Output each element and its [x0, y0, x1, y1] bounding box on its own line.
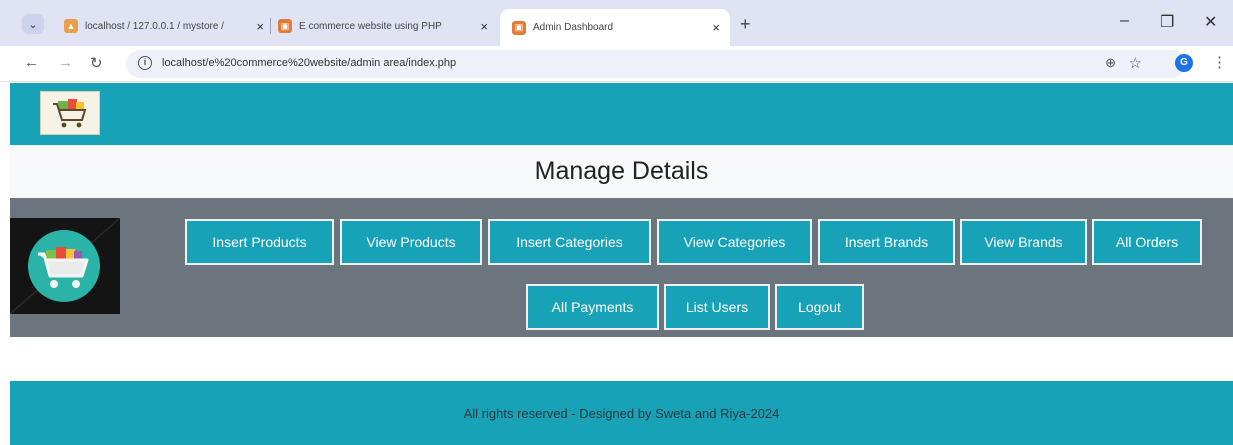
tab-search-chevron-icon[interactable]: ⌄	[22, 14, 44, 34]
zoom-icon[interactable]: ⊕	[1105, 55, 1116, 71]
tab-title: Admin Dashboard	[533, 22, 614, 33]
insert-products-button[interactable]: Insert Products	[185, 219, 334, 265]
address-bar[interactable]: i localhost/e%20commerce%20website/admin…	[126, 50, 1186, 78]
content-spacer	[10, 337, 1233, 381]
back-arrow-icon[interactable]: ←	[24, 54, 39, 71]
forward-arrow-icon[interactable]: →	[58, 54, 73, 71]
tab-admin-dashboard-active[interactable]: ▣ Admin Dashboard ×	[500, 9, 730, 46]
page-favicon-icon: ▣	[512, 20, 526, 35]
page-favicon-icon: ▣	[278, 19, 292, 33]
phpmyadmin-favicon-icon: ▲	[64, 19, 78, 33]
view-products-button[interactable]: View Products	[340, 219, 482, 265]
close-window-icon[interactable]: ✕	[1204, 12, 1217, 32]
bookmark-star-icon[interactable]: ☆	[1129, 54, 1142, 72]
new-tab-button[interactable]: +	[740, 14, 751, 35]
tab-ecommerce[interactable]: ▣ E commerce website using PHP ×	[278, 12, 488, 40]
tab-close-icon[interactable]: ×	[706, 20, 720, 35]
all-orders-button[interactable]: All Orders	[1092, 219, 1202, 265]
store-logo-icon[interactable]	[40, 91, 100, 135]
insert-categories-button[interactable]: Insert Categories	[488, 219, 651, 265]
reload-icon[interactable]: ↻	[90, 54, 103, 72]
tab-phpmyadmin[interactable]: ▲ localhost / 127.0.0.1 / mystore / ×	[64, 12, 264, 40]
minimize-icon[interactable]: –	[1120, 12, 1129, 30]
site-footer: All rights reserved - Designed by Sweta …	[10, 381, 1233, 445]
insert-brands-button[interactable]: Insert Brands	[818, 219, 955, 265]
list-users-button[interactable]: List Users	[664, 284, 770, 330]
view-brands-button[interactable]: View Brands	[960, 219, 1087, 265]
profile-avatar[interactable]: G	[1175, 54, 1193, 72]
tab-title: localhost / 127.0.0.1 / mystore /	[85, 20, 224, 32]
restore-icon[interactable]: ❐	[1160, 12, 1174, 32]
site-info-icon[interactable]: i	[138, 56, 152, 70]
browser-toolbar: ← → ↻ i localhost/e%20commerce%20website…	[0, 46, 1233, 82]
tab-separator	[270, 18, 271, 34]
all-payments-button[interactable]: All Payments	[526, 284, 659, 330]
site-header	[10, 83, 1233, 145]
tab-title: E commerce website using PHP	[299, 20, 442, 32]
cart-logo-icon	[9, 217, 121, 315]
menu-kebab-icon[interactable]: ⋮	[1212, 53, 1227, 71]
tab-close-icon[interactable]: ×	[474, 19, 488, 34]
admin-nav-panel: Insert Products View Products Insert Cat…	[9, 198, 1233, 337]
logout-button[interactable]: Logout	[775, 284, 864, 330]
tab-close-icon[interactable]: ×	[250, 19, 264, 34]
browser-tab-strip: ⌄ ▲ localhost / 127.0.0.1 / mystore / × …	[0, 0, 1233, 46]
url-text[interactable]: localhost/e%20commerce%20website/admin a…	[162, 57, 456, 69]
view-categories-button[interactable]: View Categories	[657, 219, 812, 265]
page-title: Manage Details	[10, 145, 1233, 198]
